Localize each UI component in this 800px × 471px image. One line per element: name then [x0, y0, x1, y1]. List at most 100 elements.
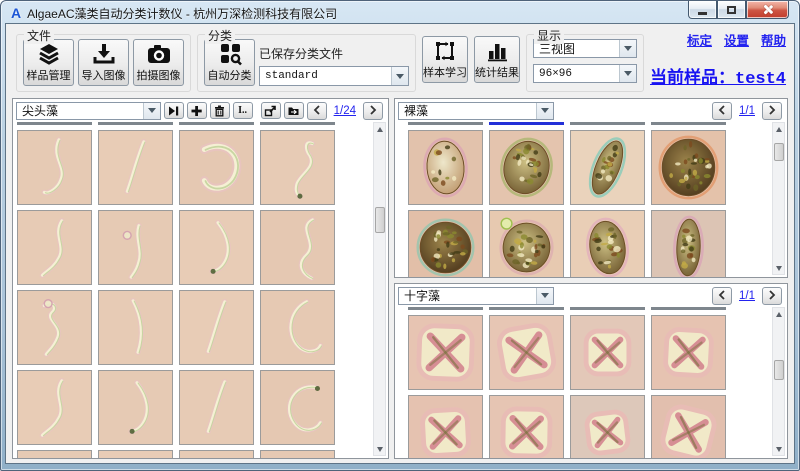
scroll-down-icon[interactable]: [773, 443, 784, 455]
algae-image-tile[interactable]: [489, 315, 564, 390]
algae-image-tile[interactable]: [179, 210, 254, 285]
algae-image-tile[interactable]: [408, 210, 483, 277]
algae-image-tile[interactable]: [179, 450, 254, 458]
algae-image-tile[interactable]: [651, 315, 726, 390]
import-image-button[interactable]: 导入图像: [78, 39, 129, 86]
algae-image-tile[interactable]: [408, 130, 483, 205]
scroll-down-icon[interactable]: [773, 262, 784, 274]
column-top-bar: [651, 307, 726, 310]
algae-image-tile[interactable]: [17, 370, 92, 445]
scroll-thumb[interactable]: [774, 143, 784, 161]
next-page-button[interactable]: [762, 287, 782, 305]
auto-classify-button[interactable]: 自动分类: [204, 39, 255, 86]
algae-image-tile[interactable]: [651, 395, 726, 458]
calibrate-link[interactable]: 标定: [687, 30, 712, 49]
scroll-up-icon[interactable]: [374, 123, 385, 135]
algae-image-tile[interactable]: [489, 395, 564, 458]
column-top-bar: [260, 122, 335, 125]
thumb-size-select[interactable]: 96×96: [533, 64, 637, 83]
minimize-button[interactable]: [688, 1, 717, 19]
algae-image-tile[interactable]: [260, 450, 335, 458]
trash-icon: [213, 105, 226, 117]
maximize-button[interactable]: [717, 1, 746, 19]
saved-file-select[interactable]: standard: [259, 66, 409, 86]
help-link[interactable]: 帮助: [761, 30, 786, 49]
algae-image-tile[interactable]: [17, 450, 92, 458]
algae-image-tile[interactable]: [98, 290, 173, 365]
algae-image-tile[interactable]: [651, 130, 726, 205]
play-to-end-button[interactable]: [164, 102, 184, 119]
algae-image-tile[interactable]: [179, 370, 254, 445]
settings-link[interactable]: 设置: [724, 30, 749, 49]
species-select-luozao[interactable]: 裸藻: [398, 102, 554, 120]
algae-image-tile[interactable]: [98, 130, 173, 205]
selected-column-indicator: [489, 122, 564, 125]
window-controls: [688, 1, 789, 19]
algae-image-tile[interactable]: [570, 210, 645, 277]
export-button[interactable]: [261, 102, 281, 119]
algae-image-tile[interactable]: [489, 210, 564, 277]
algae-image-tile[interactable]: [17, 130, 92, 205]
algae-image-tile[interactable]: [17, 290, 92, 365]
scrollbar-luozao[interactable]: [772, 122, 785, 275]
algae-image-tile[interactable]: [408, 395, 483, 458]
species-select-jiantou[interactable]: 尖头藻: [16, 102, 161, 120]
close-icon: [762, 4, 773, 15]
page-indicator-link[interactable]: 1/1: [739, 290, 755, 302]
algae-image-tile[interactable]: [570, 315, 645, 390]
next-page-button[interactable]: [363, 102, 383, 120]
algae-image-tile[interactable]: [570, 130, 645, 205]
image-grid-area-shizi: [395, 306, 787, 458]
algae-image-tile[interactable]: [17, 210, 92, 285]
chevron-right-icon: [768, 102, 776, 120]
prev-page-button[interactable]: [307, 102, 327, 120]
column-top-bar: [408, 307, 483, 310]
delete-button[interactable]: [210, 102, 230, 119]
rename-button[interactable]: I..: [233, 102, 253, 119]
add-button[interactable]: [187, 102, 207, 119]
species-select-shizi[interactable]: 十字藻: [398, 287, 554, 305]
app-logo-icon: A: [11, 5, 21, 21]
close-button[interactable]: [746, 1, 789, 19]
export-icon: [264, 105, 277, 117]
stats-result-button[interactable]: 统计结果: [474, 36, 520, 83]
algae-image-tile[interactable]: [98, 210, 173, 285]
algae-image-tile[interactable]: [260, 130, 335, 205]
algae-image-tile[interactable]: [570, 395, 645, 458]
algae-image-tile[interactable]: [651, 210, 726, 277]
algae-image-tile[interactable]: [179, 130, 254, 205]
page-indicator-link[interactable]: 1/24: [334, 105, 356, 117]
algae-image-tile[interactable]: [408, 315, 483, 390]
capture-image-label: 拍摄图像: [137, 67, 181, 83]
scroll-up-icon[interactable]: [773, 308, 784, 320]
sample-learn-label: 样本学习: [423, 64, 467, 80]
algae-image-tile[interactable]: [260, 210, 335, 285]
scroll-up-icon[interactable]: [773, 123, 784, 135]
current-sample-link[interactable]: 当前样品：test4: [650, 63, 786, 89]
algae-image-tile[interactable]: [98, 450, 173, 458]
save-to-folder-button[interactable]: [284, 102, 304, 119]
algae-image-tile[interactable]: [98, 370, 173, 445]
scrollbar-jiantou[interactable]: [373, 122, 386, 456]
chevron-down-icon: [619, 40, 636, 57]
scroll-thumb[interactable]: [774, 360, 784, 380]
sample-manage-button[interactable]: 样品管理: [23, 39, 74, 86]
sample-learn-button[interactable]: 样本学习: [422, 36, 468, 83]
auto-classify-label: 自动分类: [208, 67, 252, 83]
next-page-button[interactable]: [762, 102, 782, 120]
algae-image-tile[interactable]: [179, 290, 254, 365]
prev-page-button[interactable]: [712, 287, 732, 305]
algae-image-tile[interactable]: [260, 290, 335, 365]
algae-image-tile[interactable]: [260, 370, 335, 445]
prev-page-button[interactable]: [712, 102, 732, 120]
algae-image-tile[interactable]: [489, 130, 564, 205]
chevron-down-icon: [391, 67, 408, 85]
panel-shizi: 十字藻 1/1: [394, 283, 788, 459]
plus-icon: [190, 105, 203, 117]
scroll-thumb[interactable]: [375, 207, 385, 233]
scroll-down-icon[interactable]: [374, 443, 385, 455]
page-indicator-link[interactable]: 1/1: [739, 105, 755, 117]
capture-image-button[interactable]: 拍摄图像: [133, 39, 184, 86]
scrollbar-shizi[interactable]: [772, 307, 785, 456]
saved-file-value: standard: [265, 70, 391, 82]
